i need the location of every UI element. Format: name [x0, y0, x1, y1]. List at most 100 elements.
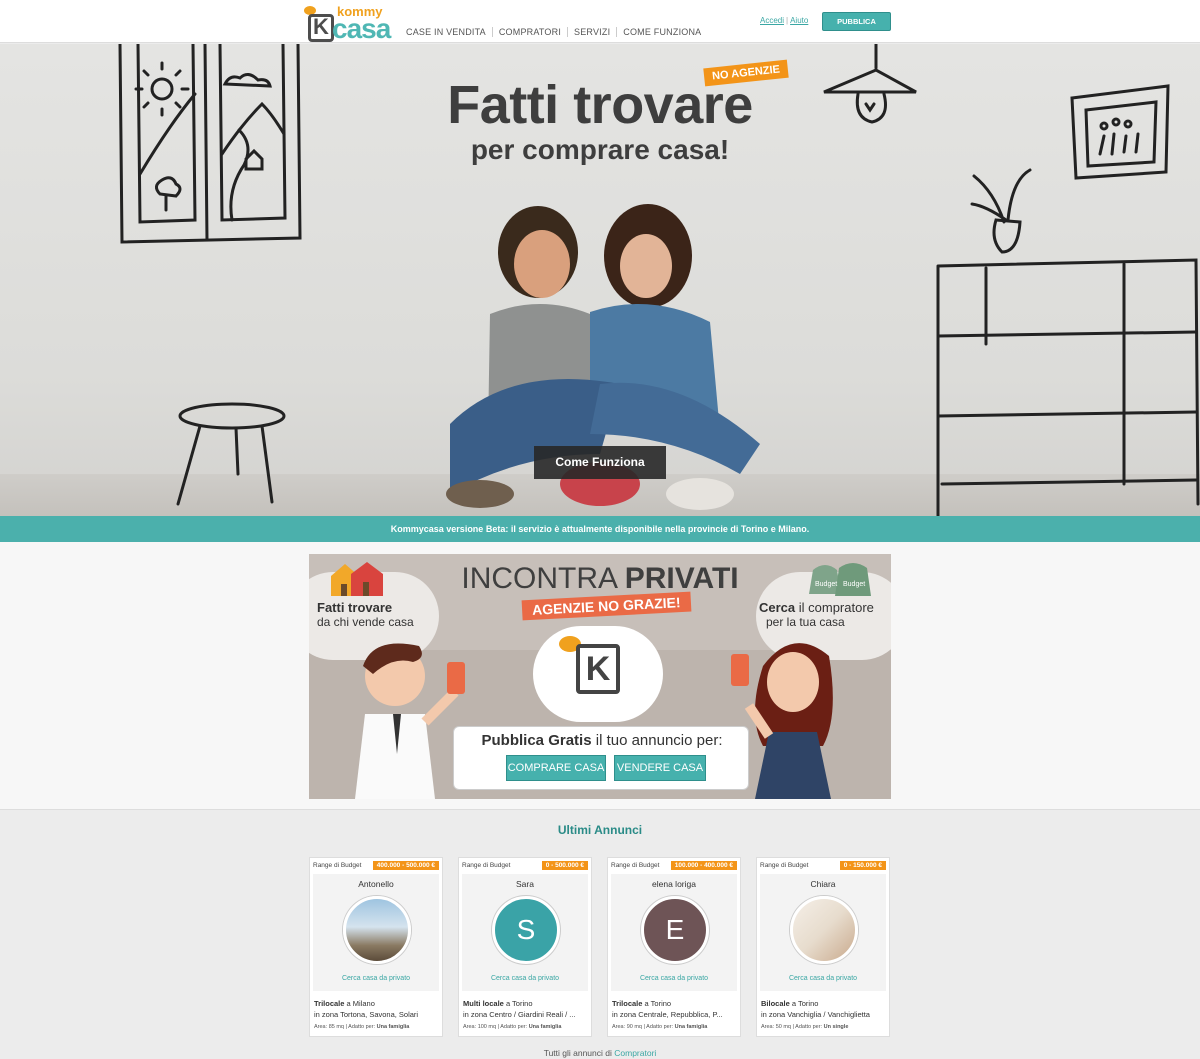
hero-title: Fatti trovare	[447, 75, 753, 135]
help-link[interactable]: Aiuto	[790, 16, 808, 25]
kommycasa-logo[interactable]: K kommy casa	[304, 4, 394, 44]
fit-label: Adatto per:	[795, 1024, 823, 1030]
vendere-casa-button[interactable]: VENDERE CASA	[614, 755, 706, 781]
avatar[interactable]: E	[641, 896, 709, 964]
property-city: a Torino	[791, 999, 819, 1008]
listing-meta: Area: 85 mq | Adatto per: Una famiglia	[314, 1024, 410, 1030]
listing-zone: in zona Centrale, Repubblica, P...	[612, 1010, 723, 1019]
listing-zone: in zona Vanchiglia / Vanchiglietta	[761, 1010, 870, 1019]
budget-badge: 100.000 - 400.000 €	[670, 861, 737, 870]
beta-notice: Kommycasa versione Beta: il servizio è a…	[0, 516, 1200, 542]
promo-right-bold: Cerca	[759, 600, 796, 615]
card-profile: Chiara Cerca casa da privato	[760, 874, 886, 991]
card-profile: Antonello Cerca casa da privato	[313, 874, 439, 991]
property-type: Multi locale	[463, 999, 504, 1008]
budget-badge: 0 - 500.000 €	[541, 861, 588, 870]
listing-type: Multi locale a Torino	[463, 999, 532, 1008]
user-name: elena loriga	[652, 879, 696, 889]
search-house-link[interactable]: Cerca casa da privato	[462, 975, 588, 982]
search-house-link[interactable]: Cerca casa da privato	[760, 975, 886, 982]
hero-banner: Fatti trovare NO AGENZIE per comprare ca…	[0, 44, 1200, 516]
main-nav: CASE IN VENDITA COMPRATORI SERVIZI COME …	[400, 27, 707, 37]
come-funziona-button[interactable]: Come Funziona	[534, 446, 666, 479]
nav-case-in-vendita[interactable]: CASE IN VENDITA	[400, 27, 493, 37]
fit-label: Adatto per:	[348, 1024, 376, 1030]
fit-value: Una famiglia	[674, 1024, 708, 1030]
login-link[interactable]: Accedi	[760, 16, 784, 25]
listing-type: Trilocale a Milano	[314, 999, 375, 1008]
card-profile: Sara S Cerca casa da privato	[462, 874, 588, 991]
plant-doodle	[970, 168, 1032, 254]
range-label: Range di Budget	[611, 862, 660, 869]
area-label: Area:	[463, 1024, 477, 1030]
promo-left-heading: Fatti trovare	[317, 600, 393, 615]
avatar[interactable]	[343, 896, 411, 964]
publish-box-rest: il tuo annuncio per:	[591, 732, 723, 749]
user-name: Sara	[516, 879, 534, 889]
compratori-link[interactable]: Compratori	[614, 1048, 656, 1058]
listing-card[interactable]: Range di Budget 0 - 500.000 € Sara S Cer…	[458, 857, 592, 1037]
area-label: Area:	[761, 1024, 775, 1030]
user-name: Chiara	[810, 879, 836, 889]
listing-meta: Area: 50 mq | Adatto per: Un single	[761, 1024, 849, 1030]
publish-box-text: Pubblica Gratis il tuo annuncio per:	[454, 732, 750, 749]
area-label: Area:	[314, 1024, 328, 1030]
area-value: 50 mq	[775, 1024, 791, 1030]
listing-card[interactable]: Range di Budget 100.000 - 400.000 € elen…	[607, 857, 741, 1037]
promo-left-subtext: da chi vende casa	[317, 615, 414, 629]
search-house-link[interactable]: Cerca casa da privato	[611, 975, 737, 982]
listing-type: Bilocale a Torino	[761, 999, 818, 1008]
search-house-link[interactable]: Cerca casa da privato	[313, 975, 439, 982]
listing-meta: Area: 100 mq | Adatto per: Una famiglia	[463, 1024, 562, 1030]
publish-free-button[interactable]: PUBBLICA GRATIS	[822, 12, 891, 43]
listing-card[interactable]: Range di Budget 0 - 150.000 € Chiara Cer…	[756, 857, 890, 1037]
listing-type: Trilocale a Torino	[612, 999, 671, 1008]
fit-value: Un single	[823, 1024, 849, 1030]
promo-title: INCONTRA PRIVATI	[309, 562, 891, 596]
latest-listings-title: Ultimi Annunci	[557, 823, 643, 837]
stool-doodle	[176, 402, 286, 506]
promo-section: Budget Budget INCONTRA PRIVATI AGENZIE N…	[0, 542, 1200, 810]
listing-meta: Area: 90 mq | Adatto per: Una famiglia	[612, 1024, 708, 1030]
incontra-privati-banner: Budget Budget INCONTRA PRIVATI AGENZIE N…	[309, 554, 891, 799]
listing-card[interactable]: Range di Budget 400.000 - 500.000 € Anto…	[309, 857, 443, 1037]
user-name: Antonello	[358, 879, 394, 889]
nav-compratori[interactable]: COMPRATORI	[493, 27, 569, 37]
property-type: Trilocale	[612, 999, 643, 1008]
nav-servizi[interactable]: SERVIZI	[568, 27, 618, 37]
fit-label: Adatto per:	[646, 1024, 674, 1030]
area-value: 85 mq	[328, 1024, 344, 1030]
listing-zone: in zona Tortona, Savona, Solari	[314, 1010, 419, 1019]
all-listings-footer: Tutti gli annunci di Compratori	[0, 1048, 1200, 1058]
site-header: K kommy casa CASE IN VENDITA COMPRATORI …	[0, 0, 1200, 44]
comprare-casa-button[interactable]: COMPRARE CASA	[506, 755, 606, 781]
fit-value: Una famiglia	[376, 1024, 410, 1030]
nav-come-funziona[interactable]: COME FUNZIONA	[617, 27, 707, 37]
area-value: 90 mq	[626, 1024, 642, 1030]
card-profile: elena loriga E Cerca casa da privato	[611, 874, 737, 991]
logo-k-icon: K	[308, 14, 334, 42]
range-label: Range di Budget	[462, 862, 511, 869]
budget-badge: 400.000 - 500.000 €	[372, 861, 439, 870]
property-type: Bilocale	[761, 999, 790, 1008]
fit-value: Una famiglia	[528, 1024, 562, 1030]
property-city: a Torino	[644, 999, 672, 1008]
auth-links: Accedi | Aiuto	[760, 16, 808, 25]
area-value: 100 mq	[477, 1024, 497, 1030]
promo-title-bold: PRIVATI	[624, 562, 739, 595]
budget-badge: 0 - 150.000 €	[839, 861, 886, 870]
logo-text-casa: casa	[332, 13, 391, 44]
fit-label: Adatto per:	[500, 1024, 528, 1030]
promo-right-subtext: per la tua casa	[766, 615, 845, 629]
shelf-doodle	[936, 258, 1200, 516]
promo-right-heading: Cerca il compratore	[759, 600, 874, 615]
listing-zone: in zona Centro / Giardini Reali / ...	[463, 1010, 576, 1019]
avatar[interactable]	[790, 896, 858, 964]
range-label: Range di Budget	[313, 862, 362, 869]
promo-title-light: INCONTRA	[461, 562, 625, 595]
property-city: a Torino	[505, 999, 533, 1008]
avatar[interactable]: S	[492, 896, 560, 964]
range-label: Range di Budget	[760, 862, 809, 869]
kommycasa-cloud-logo: K	[533, 626, 663, 722]
cloud-k-icon: K	[576, 644, 620, 694]
